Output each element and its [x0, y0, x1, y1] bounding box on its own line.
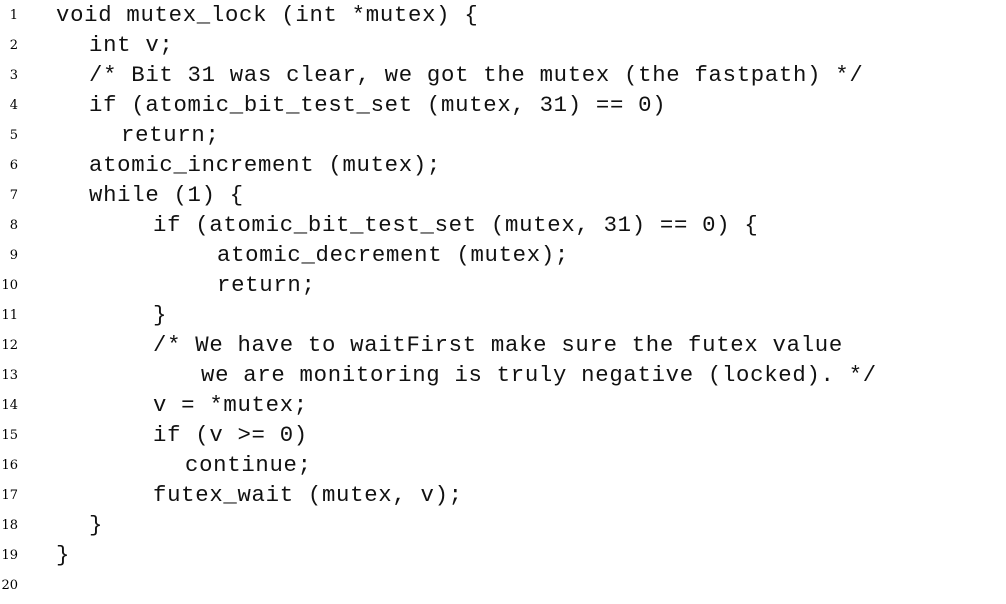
code-text: /* Bit 31 was clear, we got the mutex (t…: [89, 62, 864, 88]
code-line: 16 continue;: [0, 450, 1006, 480]
code-text: int v;: [89, 32, 174, 58]
code-text: continue;: [185, 452, 312, 478]
line-number: 17: [1, 488, 18, 503]
code-line: 15 if (v >= 0): [0, 420, 1006, 450]
line-number: 15: [1, 428, 18, 443]
code-line: 6 atomic_increment (mutex);: [0, 150, 1006, 180]
line-number: 11: [1, 308, 18, 323]
code-line: 11 }: [0, 300, 1006, 330]
code-text: v = *mutex;: [153, 392, 308, 418]
code-text: atomic_increment (mutex);: [89, 152, 442, 178]
code-line: 7 while (1) {: [0, 180, 1006, 210]
line-number: 19: [1, 548, 18, 563]
line-number: 3: [9, 68, 18, 83]
code-text: }: [153, 302, 168, 328]
code-text: if (atomic_bit_test_set (mutex, 31) == 0…: [89, 92, 667, 118]
line-number: 2: [9, 38, 18, 53]
code-text: futex_wait (mutex, v);: [153, 482, 463, 508]
line-number: 5: [9, 128, 18, 143]
code-line: 13 we are monitoring is truly negative (…: [0, 360, 1006, 390]
code-text: return;: [217, 272, 316, 298]
line-number: 10: [1, 278, 18, 293]
code-line: 1 void mutex_lock (int *mutex) {: [0, 0, 1006, 30]
line-number: 1: [9, 8, 18, 23]
code-text: return;: [121, 122, 220, 148]
line-number: 12: [1, 338, 18, 353]
code-text: we are monitoring is truly negative (loc…: [201, 362, 877, 388]
line-number: 16: [1, 458, 18, 473]
code-line: 8 if (atomic_bit_test_set (mutex, 31) ==…: [0, 210, 1006, 240]
code-text: }: [89, 512, 104, 538]
code-line: 12 /* We have to waitFirst make sure the…: [0, 330, 1006, 360]
line-number: 20: [1, 578, 18, 593]
code-text: atomic_decrement (mutex);: [217, 242, 570, 268]
code-line: 18 }: [0, 510, 1006, 540]
line-number: 14: [1, 398, 18, 413]
code-listing: 1 void mutex_lock (int *mutex) { 2 int v…: [0, 0, 1006, 604]
code-line: 5 return;: [0, 120, 1006, 150]
line-number: 13: [1, 368, 18, 383]
line-number: 18: [1, 518, 18, 533]
code-line: 10 return;: [0, 270, 1006, 300]
code-text: /* We have to waitFirst make sure the fu…: [153, 332, 843, 358]
line-number: 8: [9, 218, 18, 233]
code-line: 14 v = *mutex;: [0, 390, 1006, 420]
code-text: if (v >= 0): [153, 422, 308, 448]
code-line: 2 int v;: [0, 30, 1006, 60]
code-line: 4 if (atomic_bit_test_set (mutex, 31) ==…: [0, 90, 1006, 120]
code-text: if (atomic_bit_test_set (mutex, 31) == 0…: [153, 212, 759, 238]
line-number: 6: [9, 158, 18, 173]
line-number: 4: [9, 98, 18, 113]
code-line: 17 futex_wait (mutex, v);: [0, 480, 1006, 510]
code-line: 20: [0, 570, 1006, 600]
code-text: while (1) {: [89, 182, 244, 208]
code-text: }: [56, 542, 71, 568]
line-number: 9: [9, 248, 18, 263]
code-line: 19 }: [0, 540, 1006, 570]
code-text: void mutex_lock (int *mutex) {: [56, 2, 479, 28]
line-number: 7: [9, 188, 18, 203]
code-line: 3 /* Bit 31 was clear, we got the mutex …: [0, 60, 1006, 90]
code-line: 9 atomic_decrement (mutex);: [0, 240, 1006, 270]
